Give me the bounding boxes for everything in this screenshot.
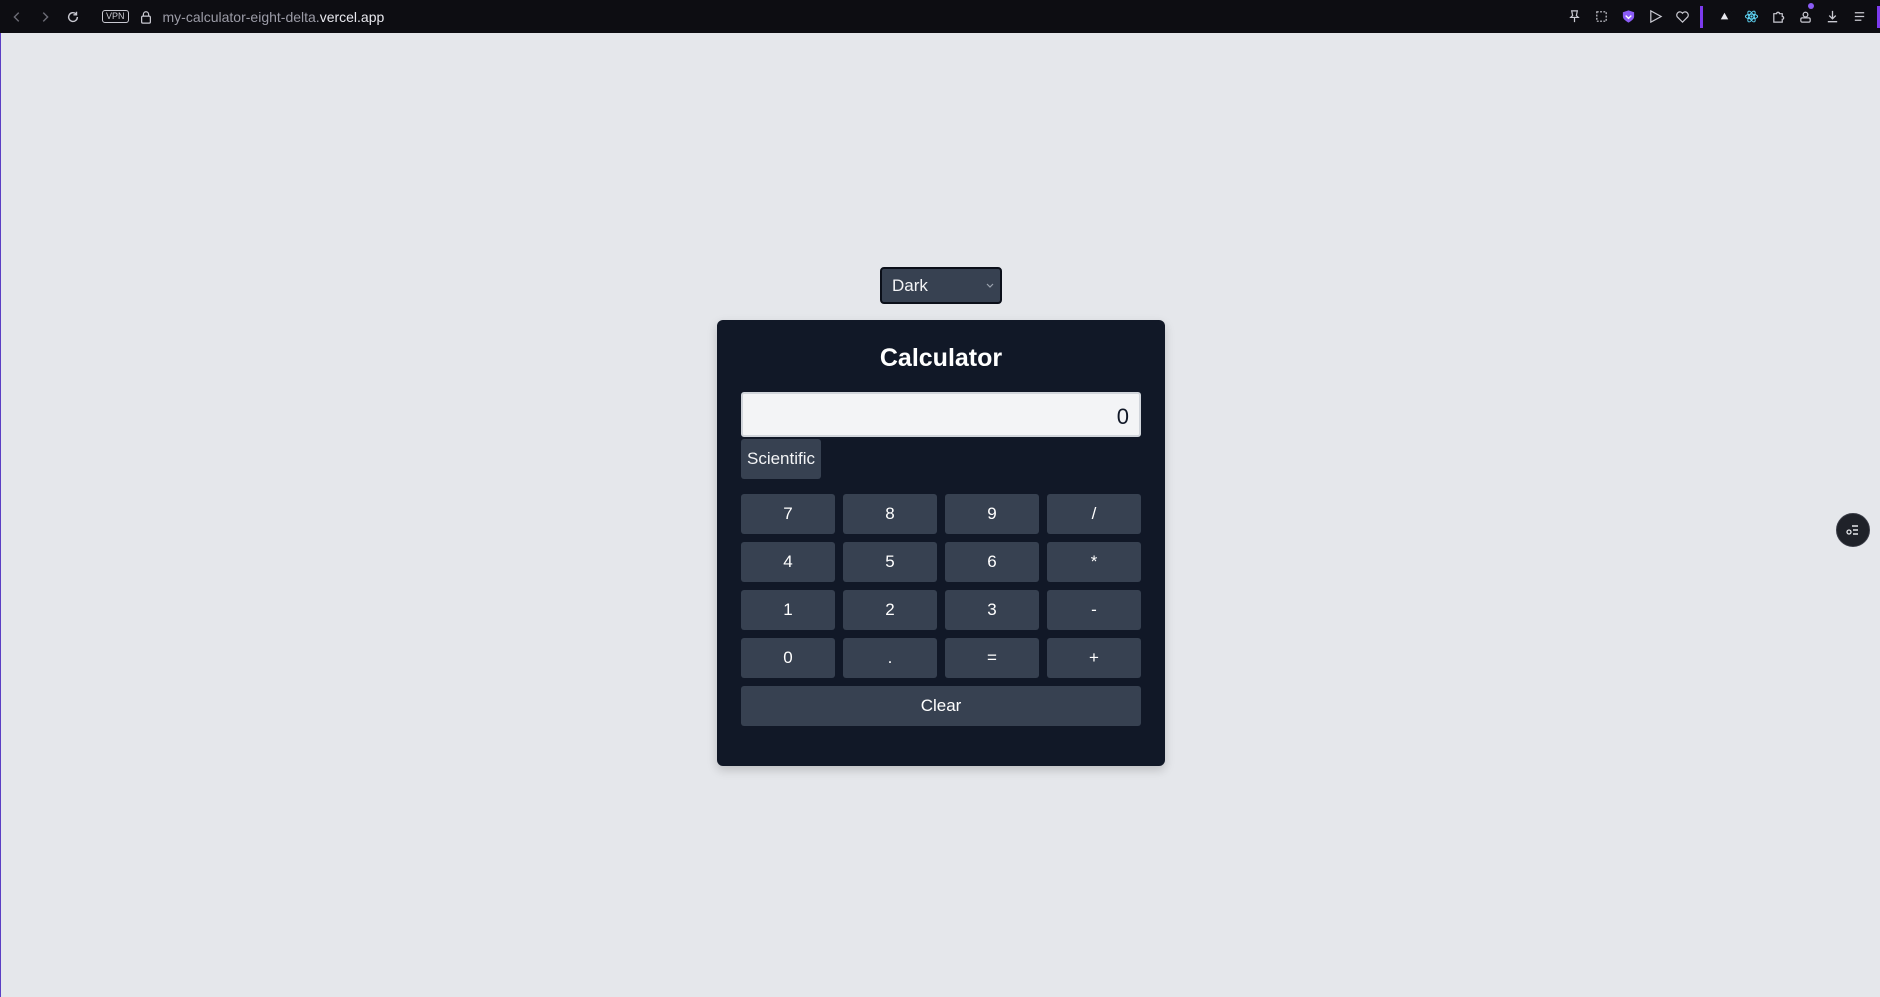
favorites-button[interactable] bbox=[1669, 0, 1696, 33]
toolbar-divider bbox=[1700, 5, 1703, 28]
back-button[interactable] bbox=[6, 6, 28, 28]
download-icon bbox=[1827, 10, 1838, 23]
theme-select[interactable]: Dark bbox=[880, 267, 1002, 304]
key-equals[interactable]: = bbox=[945, 638, 1039, 678]
url-host: vercel.app bbox=[319, 8, 385, 25]
warning-button[interactable] bbox=[1711, 0, 1738, 33]
key-divide[interactable]: / bbox=[1047, 494, 1141, 534]
lock-icon[interactable] bbox=[139, 10, 153, 24]
key-add[interactable]: + bbox=[1047, 638, 1141, 678]
key-7[interactable]: 7 bbox=[741, 494, 835, 534]
shield-button[interactable] bbox=[1615, 0, 1642, 33]
crop-icon bbox=[1596, 11, 1607, 22]
key-4[interactable]: 4 bbox=[741, 542, 835, 582]
profile-icon bbox=[1800, 11, 1811, 23]
forward-button[interactable] bbox=[34, 6, 56, 28]
browser-toolbar: VPN my-calculator-eight-delta.vercel.app bbox=[0, 0, 1880, 33]
chevron-down-icon bbox=[986, 283, 994, 288]
key-5[interactable]: 5 bbox=[843, 542, 937, 582]
url-path: my-calculator-eight-delta. bbox=[162, 8, 320, 25]
vpn-badge[interactable]: VPN bbox=[102, 10, 129, 23]
list-settings-icon bbox=[1846, 525, 1858, 535]
clear-button[interactable]: Clear bbox=[741, 686, 1141, 726]
menu-icon bbox=[1854, 12, 1865, 21]
key-subtract[interactable]: - bbox=[1047, 590, 1141, 630]
calculator-display[interactable]: 0 bbox=[741, 392, 1141, 437]
pin-button[interactable] bbox=[1561, 0, 1588, 33]
chevron-right-icon bbox=[42, 11, 49, 22]
extensions-button[interactable] bbox=[1765, 0, 1792, 33]
reload-icon bbox=[67, 11, 79, 22]
theme-select-value: Dark bbox=[892, 275, 928, 295]
key-2[interactable]: 2 bbox=[843, 590, 937, 630]
profile-button[interactable] bbox=[1792, 0, 1819, 33]
calculator-panel: Calculator 0 Scientific 7 8 9 / 4 5 6 * … bbox=[717, 320, 1165, 766]
key-6[interactable]: 6 bbox=[945, 542, 1039, 582]
react-devtools-button[interactable] bbox=[1738, 0, 1765, 33]
screenshot-button[interactable] bbox=[1588, 0, 1615, 33]
floating-assistant-button[interactable] bbox=[1836, 513, 1870, 547]
key-8[interactable]: 8 bbox=[843, 494, 937, 534]
pin-icon bbox=[1569, 10, 1580, 23]
send-button[interactable] bbox=[1642, 0, 1669, 33]
chevron-left-icon bbox=[13, 11, 20, 22]
calculator-title: Calculator bbox=[879, 344, 1003, 372]
react-icon bbox=[1744, 10, 1759, 23]
keypad: 7 8 9 / 4 5 6 * 1 2 3 - 0 . = + bbox=[741, 494, 1141, 678]
puzzle-icon bbox=[1773, 11, 1785, 23]
notification-dot bbox=[1808, 3, 1814, 9]
menu-button[interactable] bbox=[1846, 0, 1873, 33]
key-9[interactable]: 9 bbox=[945, 494, 1039, 534]
key-decimal[interactable]: . bbox=[843, 638, 937, 678]
triangle-icon bbox=[1720, 12, 1729, 20]
scientific-toggle-button[interactable]: Scientific bbox=[741, 439, 821, 479]
heart-icon bbox=[1676, 11, 1689, 23]
reload-button[interactable] bbox=[62, 6, 84, 28]
send-icon bbox=[1650, 9, 1663, 24]
shield-icon bbox=[1622, 10, 1635, 23]
key-multiply[interactable]: * bbox=[1047, 542, 1141, 582]
window-edge bbox=[0, 33, 1, 997]
key-1[interactable]: 1 bbox=[741, 590, 835, 630]
downloads-button[interactable] bbox=[1819, 0, 1846, 33]
key-3[interactable]: 3 bbox=[945, 590, 1039, 630]
address-bar[interactable]: my-calculator-eight-delta.vercel.app bbox=[163, 9, 385, 25]
key-0[interactable]: 0 bbox=[741, 638, 835, 678]
